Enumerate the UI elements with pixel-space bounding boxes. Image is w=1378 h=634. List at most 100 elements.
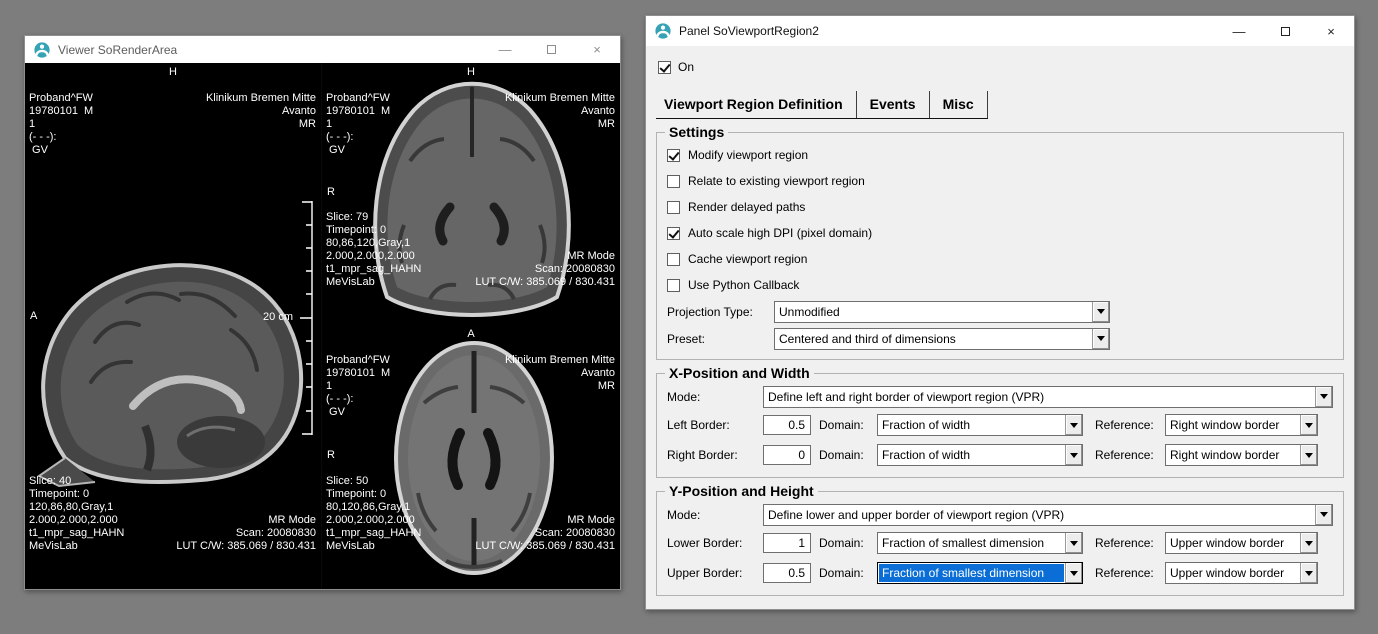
upper-border-reference-select[interactable]: Upper window border — [1165, 562, 1318, 584]
dropdown-button[interactable] — [1300, 415, 1317, 435]
y-mode-row: Mode: Define lower and upper border of v… — [667, 501, 1333, 528]
on-checkbox[interactable] — [658, 61, 671, 74]
orientation-marker-left: A — [30, 310, 37, 323]
checkbox-label: Auto scale high DPI (pixel domain) — [688, 226, 872, 240]
maximize-icon — [1281, 27, 1290, 36]
use-python-callback-row[interactable]: Use Python Callback — [667, 272, 1333, 298]
reference-label: Reference: — [1095, 448, 1165, 462]
reference-label: Reference: — [1095, 536, 1165, 550]
dropdown-button[interactable] — [1300, 563, 1317, 583]
mode-label: Mode: — [667, 390, 763, 404]
x-mode-row: Mode: Define left and right border of vi… — [667, 383, 1333, 410]
on-checkbox-row[interactable]: On — [658, 58, 1344, 76]
slice-info-overlay: Slice: 40Timepoint: 0120,86,80,Gray,12.0… — [29, 449, 124, 579]
modify-viewport-region-row[interactable]: Modify viewport region — [667, 142, 1333, 168]
dropdown-button[interactable] — [1092, 302, 1109, 322]
modify-viewport-region-checkbox[interactable] — [667, 149, 680, 162]
projection-type-select[interactable]: Unmodified — [774, 301, 1110, 323]
lower-border-reference-select[interactable]: Upper window border — [1165, 532, 1318, 554]
auto-scale-high-dpi-checkbox[interactable] — [667, 227, 680, 240]
tab-events[interactable]: Events — [857, 91, 930, 118]
render-delayed-paths-row[interactable]: Render delayed paths — [667, 194, 1333, 220]
left-border-reference-select[interactable]: Right window border — [1165, 414, 1318, 436]
chevron-down-icon — [1070, 423, 1078, 428]
mevislab-icon — [34, 42, 50, 58]
ruler-scale-label: 20 cm — [263, 311, 293, 323]
chevron-down-icon — [1305, 541, 1313, 546]
panel-window: Panel SoViewportRegion2 — × On Viewport … — [645, 15, 1355, 610]
dropdown-button[interactable] — [1092, 329, 1109, 349]
right-border-label: Right Border: — [667, 448, 763, 462]
domain-label: Domain: — [819, 418, 877, 432]
x-position-group-title: X-Position and Width — [665, 365, 814, 381]
dropdown-button[interactable] — [1065, 445, 1082, 465]
settings-group: Settings Modify viewport region Relate t… — [656, 124, 1344, 360]
chevron-down-icon — [1070, 453, 1078, 458]
close-button[interactable]: × — [1308, 16, 1354, 46]
relate-existing-viewport-checkbox[interactable] — [667, 175, 680, 188]
tab-bar: Viewport Region Definition Events Misc — [656, 91, 988, 119]
left-border-label: Left Border: — [667, 418, 763, 432]
chevron-down-icon — [1097, 336, 1105, 341]
tab-misc[interactable]: Misc — [930, 91, 988, 118]
chevron-down-icon — [1097, 309, 1105, 314]
reference-label: Reference: — [1095, 418, 1165, 432]
left-border-domain-select[interactable]: Fraction of width — [877, 414, 1083, 436]
dropdown-button[interactable] — [1300, 445, 1317, 465]
close-button[interactable]: × — [574, 36, 620, 63]
cache-viewport-region-checkbox[interactable] — [667, 253, 680, 266]
preset-row: Preset: Centered and third of dimensions — [667, 325, 1333, 352]
dropdown-button[interactable] — [1065, 563, 1082, 583]
domain-label: Domain: — [819, 536, 877, 550]
relate-existing-viewport-row[interactable]: Relate to existing viewport region — [667, 168, 1333, 194]
tab-viewport-region-definition[interactable]: Viewport Region Definition — [656, 91, 857, 118]
left-border-input[interactable] — [763, 415, 811, 435]
maximize-button[interactable] — [1262, 16, 1308, 46]
chevron-down-icon — [1305, 423, 1313, 428]
sagittal-viewport[interactable]: 20 cm Proband^FW19780101 M1(- - -): GV H… — [25, 63, 322, 589]
render-area: 20 cm Proband^FW19780101 M1(- - -): GV H… — [25, 63, 620, 589]
lower-border-domain-select[interactable]: Fraction of smallest dimension — [877, 532, 1083, 554]
chevron-down-icon — [1305, 453, 1313, 458]
auto-scale-high-dpi-row[interactable]: Auto scale high DPI (pixel domain) — [667, 220, 1333, 246]
minimize-button[interactable]: — — [1216, 16, 1262, 46]
domain-label: Domain: — [819, 448, 877, 462]
dropdown-button[interactable] — [1300, 533, 1317, 553]
dropdown-button[interactable] — [1065, 533, 1082, 553]
orientation-marker-top: H — [169, 66, 177, 79]
station-info-overlay: Klinikum Bremen MitteAvantoMR — [505, 66, 615, 157]
lower-border-row: Lower Border: Domain: Fraction of smalle… — [667, 528, 1333, 558]
checkbox-label: Use Python Callback — [688, 278, 799, 292]
coronal-viewport[interactable]: Proband^FW19780101 M1(- - -): GV H Klini… — [322, 63, 620, 325]
minimize-button[interactable]: — — [482, 36, 528, 63]
y-mode-select[interactable]: Define lower and upper border of viewpor… — [763, 504, 1333, 526]
patient-info-overlay: Proband^FW19780101 M1(- - -): GV — [29, 66, 93, 183]
lower-border-input[interactable] — [763, 533, 811, 553]
scan-info-overlay: MR ModeScan: 20080830LUT C/W: 385.069 / … — [176, 488, 316, 579]
on-checkbox-label: On — [678, 60, 694, 74]
x-mode-select[interactable]: Define left and right border of viewport… — [763, 386, 1333, 408]
chevron-down-icon — [1320, 394, 1328, 399]
reference-label: Reference: — [1095, 566, 1165, 580]
dropdown-button[interactable] — [1315, 387, 1332, 407]
render-delayed-paths-checkbox[interactable] — [667, 201, 680, 214]
right-border-reference-select[interactable]: Right window border — [1165, 444, 1318, 466]
axial-viewport[interactable]: Proband^FW19780101 M1(- - -): GV A Klini… — [322, 325, 620, 589]
scale-ruler — [297, 201, 313, 435]
right-border-input[interactable] — [763, 445, 811, 465]
preset-select[interactable]: Centered and third of dimensions — [774, 328, 1110, 350]
y-position-group: Y-Position and Height Mode: Define lower… — [656, 483, 1344, 596]
use-python-callback-checkbox[interactable] — [667, 279, 680, 292]
maximize-button[interactable] — [528, 36, 574, 63]
viewer-titlebar[interactable]: Viewer SoRenderArea — × — [25, 36, 620, 63]
chevron-down-icon — [1320, 512, 1328, 517]
panel-titlebar[interactable]: Panel SoViewportRegion2 — × — [646, 16, 1354, 46]
cache-viewport-region-row[interactable]: Cache viewport region — [667, 246, 1333, 272]
upper-border-domain-select[interactable]: Fraction of smallest dimension — [877, 562, 1083, 584]
right-border-domain-select[interactable]: Fraction of width — [877, 444, 1083, 466]
preset-label: Preset: — [667, 332, 774, 346]
settings-group-title: Settings — [665, 124, 728, 140]
dropdown-button[interactable] — [1315, 505, 1332, 525]
upper-border-input[interactable] — [763, 563, 811, 583]
dropdown-button[interactable] — [1065, 415, 1082, 435]
